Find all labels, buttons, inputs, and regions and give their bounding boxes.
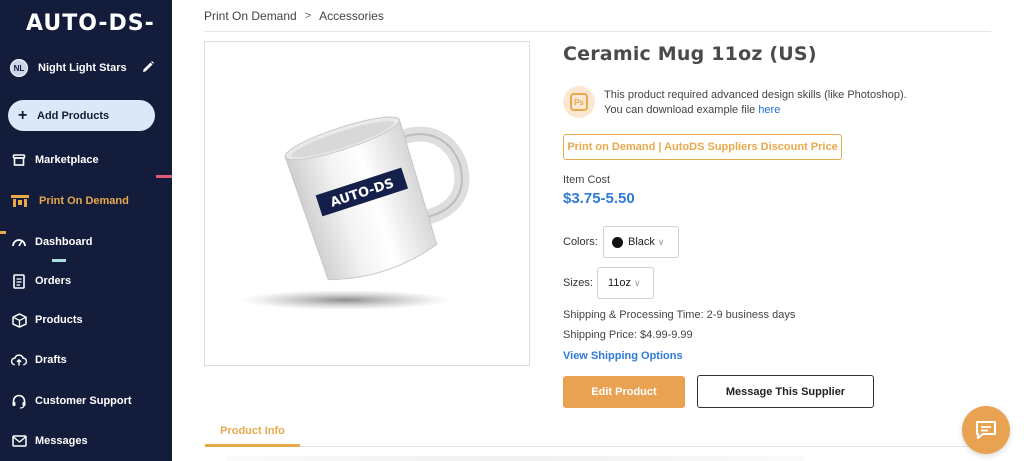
gauge-icon — [11, 234, 27, 250]
discount-price-badge: Print on Demand | AutoDS Suppliers Disco… — [563, 134, 842, 160]
sidebar-item-orders[interactable]: Orders — [0, 268, 172, 294]
tabs-divider — [204, 446, 991, 447]
mail-icon — [11, 433, 27, 449]
cloud-upload-icon — [11, 352, 27, 368]
active-tab-indicator — [205, 444, 300, 447]
sidebar-item-marketplace[interactable]: Marketplace — [0, 147, 172, 173]
item-cost-label: Item Cost — [563, 174, 611, 186]
chat-icon — [976, 421, 996, 439]
download-example-link[interactable]: here — [758, 104, 780, 116]
chevron-right-icon: > — [304, 10, 312, 22]
item-cost-value: $3.75-5.50 — [563, 190, 635, 207]
sidebar-item-label: Drafts — [35, 354, 67, 366]
plus-icon: + — [18, 106, 28, 124]
color-swatch — [612, 236, 623, 248]
skill-note-line2: You can download example file here — [604, 103, 907, 118]
colors-label: Colors: — [563, 236, 598, 248]
skill-note-line1: This product required advanced design sk… — [604, 89, 907, 101]
sidebar-item-label: Products — [35, 314, 83, 326]
size-select[interactable]: 11oz ∨ — [597, 267, 654, 299]
sizes-label: Sizes: — [563, 277, 593, 289]
sidebar-item-label: Marketplace — [35, 154, 99, 166]
sidebar-item-label: Print On Demand — [39, 195, 129, 207]
sidebar-item-print-on-demand[interactable]: Print On Demand — [0, 188, 172, 214]
sidebar-item-label: Orders — [35, 275, 72, 287]
breadcrumb-item-print-on-demand[interactable]: Print On Demand — [204, 9, 297, 23]
box-icon — [11, 312, 27, 328]
store-selector[interactable]: NL Night Light Stars — [10, 58, 160, 78]
divider — [204, 31, 991, 32]
shipping-time: Shipping & Processing Time: 2-9 business… — [563, 309, 796, 321]
photoshop-icon: Ps — [563, 86, 595, 118]
breadcrumb-item-accessories[interactable]: Accessories — [319, 9, 384, 23]
photoshop-badge-label: Ps — [570, 93, 588, 111]
chat-button[interactable] — [962, 406, 1010, 454]
receipt-icon — [11, 273, 27, 289]
design-skill-note: This product required advanced design sk… — [604, 88, 907, 118]
sidebar-item-label: Messages — [35, 435, 88, 447]
sidebar: AUTO-DS- NL Night Light Stars + Add Prod… — [0, 0, 172, 461]
skill-note-prefix: You can download example file — [604, 104, 759, 116]
tab-product-info[interactable]: Product Info — [205, 416, 300, 446]
chevron-down-icon: ∨ — [634, 277, 641, 288]
sidebar-item-products[interactable]: Products — [0, 307, 172, 333]
message-supplier-button[interactable]: Message This Supplier — [697, 375, 874, 408]
shipping-price: Shipping Price: $4.99-9.99 — [563, 329, 693, 341]
app-root: AUTO-DS- NL Night Light Stars + Add Prod… — [0, 0, 1024, 461]
breadcrumb: Print On Demand > Accessories — [204, 8, 384, 24]
color-selected: Black — [628, 236, 655, 248]
chevron-down-icon: ∨ — [657, 236, 665, 247]
sidebar-item-messages[interactable]: Messages — [0, 428, 172, 454]
size-selected: 11oz — [608, 277, 632, 289]
view-shipping-options-link[interactable]: View Shipping Options — [563, 350, 683, 362]
add-products-label: Add Products — [37, 109, 110, 122]
store-avatar: NL — [10, 59, 28, 77]
store-name: Night Light Stars — [38, 62, 127, 74]
sidebar-item-customer-support[interactable]: Customer Support — [0, 388, 172, 414]
product-image: AUTO-DS — [204, 41, 530, 366]
autods-logo[interactable]: AUTO-DS- — [26, 10, 155, 36]
sidebar-item-dashboard[interactable]: Dashboard — [0, 229, 172, 255]
pod-icon — [9, 193, 31, 209]
pencil-icon[interactable] — [140, 59, 156, 75]
mug-illustration: AUTO-DS — [240, 116, 470, 310]
product-title: Ceramic Mug 11oz (US) — [563, 43, 817, 65]
edit-product-button[interactable]: Edit Product — [563, 376, 685, 408]
content-placeholder — [225, 456, 805, 461]
logo-text: AUTO-DS- — [26, 10, 155, 36]
headset-icon — [11, 393, 27, 409]
sidebar-item-label: Customer Support — [35, 395, 132, 407]
nav-marker — [52, 259, 66, 262]
sidebar-item-label: Dashboard — [35, 236, 93, 248]
sidebar-item-drafts[interactable]: Drafts — [0, 347, 172, 373]
color-select[interactable]: Black ∨ — [603, 226, 679, 258]
store-icon — [11, 152, 27, 168]
add-products-button[interactable]: + Add Products — [8, 100, 155, 131]
nav-marker — [156, 175, 172, 178]
